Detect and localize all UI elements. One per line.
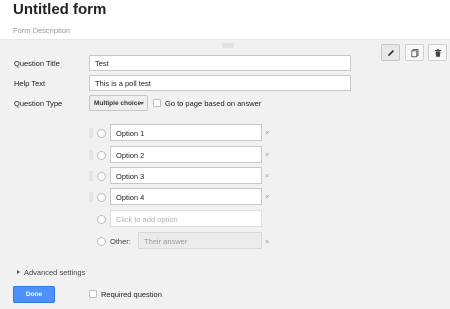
drag-handle-icon[interactable] (89, 150, 93, 160)
option-input-2[interactable]: Option 2 (110, 146, 262, 163)
radio-option-4 (97, 193, 106, 202)
help-text-label: Help Text (14, 79, 46, 88)
form-description[interactable]: Form Description (13, 26, 70, 35)
add-option-input[interactable]: Click to add option (110, 210, 262, 227)
drag-handle-icon[interactable] (89, 171, 93, 181)
option-input-4[interactable]: Option 4 (110, 188, 262, 205)
duplicate-button[interactable] (405, 44, 424, 61)
question-type-value: Multiple choice (94, 100, 141, 107)
question-editor: Question Title Test Help Text This is a … (0, 40, 450, 309)
question-type-label: Question Type (14, 99, 63, 108)
remove-option-icon[interactable]: × (265, 192, 269, 201)
required-checkbox[interactable] (89, 290, 97, 298)
remove-option-icon[interactable]: × (265, 128, 269, 137)
edit-button[interactable] (381, 44, 400, 61)
other-answer-input: Their answer (138, 232, 262, 249)
pencil-icon (387, 49, 394, 56)
radio-option-3 (97, 172, 106, 181)
question-title-label: Question Title (14, 59, 60, 68)
delete-button[interactable] (428, 44, 447, 61)
option-input-1[interactable]: Option 1 (110, 124, 262, 141)
remove-option-icon[interactable]: × (265, 150, 269, 159)
drag-handle-icon[interactable] (89, 128, 93, 138)
remove-option-icon[interactable]: × (265, 171, 269, 180)
chevron-right-icon (17, 270, 20, 274)
trash-icon (434, 48, 441, 57)
radio-other (97, 237, 106, 246)
go-to-page-label: Go to page based on answer (165, 99, 262, 108)
done-button[interactable]: Done (13, 286, 55, 303)
advanced-settings-toggle[interactable]: Advanced settings (17, 268, 85, 277)
question-type-select[interactable]: Multiple choice (89, 95, 148, 111)
remove-other-icon[interactable]: × (265, 237, 269, 246)
option-input-3[interactable]: Option 3 (110, 167, 262, 184)
required-question-label: Required question (101, 290, 162, 299)
help-text-input[interactable]: This is a poll test (89, 75, 351, 91)
question-title-input[interactable]: Test (89, 55, 351, 71)
duplicate-icon (410, 48, 418, 57)
radio-option-1 (97, 129, 106, 138)
go-to-page-checkbox[interactable] (153, 99, 161, 107)
chevron-down-icon (140, 102, 144, 105)
other-label: Other: (110, 237, 131, 246)
radio-option-2 (97, 151, 106, 160)
drag-handle-icon[interactable] (89, 192, 93, 202)
radio-add-option (97, 215, 106, 224)
form-title[interactable]: Untitled form (13, 1, 106, 18)
drag-handle-icon[interactable] (222, 43, 234, 48)
advanced-settings-label: Advanced settings (24, 268, 86, 277)
